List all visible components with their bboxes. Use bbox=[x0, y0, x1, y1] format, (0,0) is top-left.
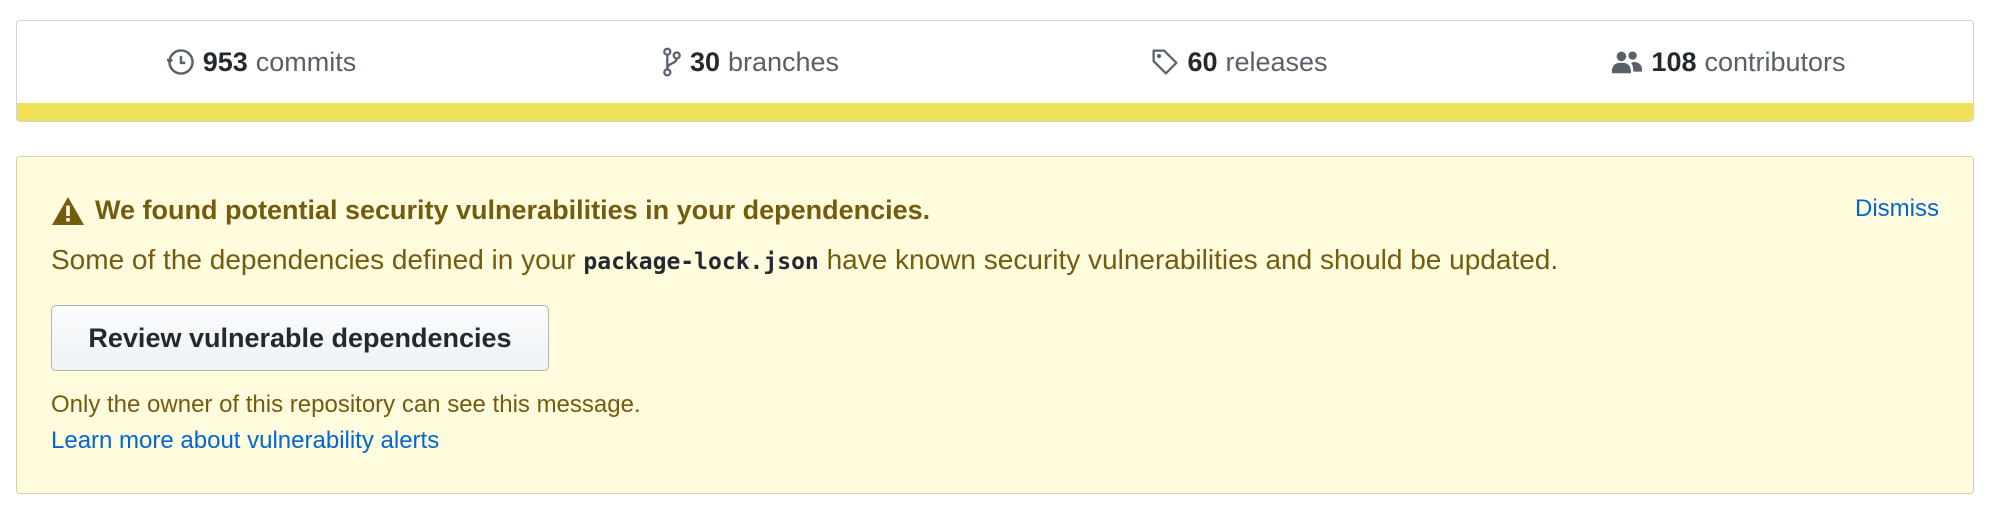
alert-title: We found potential security vulnerabilit… bbox=[51, 195, 930, 226]
repo-summary: 953 commits 30 branches 60 releases 108 … bbox=[16, 20, 1974, 122]
branches-label: branches bbox=[727, 46, 840, 77]
alert-icon bbox=[51, 196, 85, 226]
contributors-label: contributors bbox=[1704, 46, 1846, 77]
branches-count: 30 bbox=[689, 46, 720, 77]
branches-link[interactable]: 30 branches bbox=[506, 47, 995, 78]
alert-description-end: have known security vulnerabilities and … bbox=[826, 244, 1559, 275]
people-icon bbox=[1611, 49, 1643, 75]
alert-description: Some of the dependencies defined in your… bbox=[51, 244, 1558, 276]
owner-only-note: Only the owner of this repository can se… bbox=[51, 391, 641, 418]
alert-title-text: We found potential security vulnerabilit… bbox=[95, 195, 931, 225]
tag-icon bbox=[1151, 48, 1179, 76]
releases-link[interactable]: 60 releases bbox=[995, 47, 1484, 78]
security-alert: We found potential security vulnerabilit… bbox=[16, 156, 1974, 494]
history-icon bbox=[166, 48, 195, 76]
contributors-count: 108 bbox=[1651, 46, 1697, 77]
commits-count: 953 bbox=[202, 46, 248, 77]
review-dependencies-button[interactable]: Review vulnerable dependencies bbox=[51, 305, 549, 371]
releases-count: 60 bbox=[1187, 46, 1218, 77]
git-branch-icon bbox=[662, 47, 682, 77]
commits-label: commits bbox=[255, 46, 357, 77]
numbers-summary: 953 commits 30 branches 60 releases 108 … bbox=[17, 21, 1973, 103]
lockfile-name: package-lock.json bbox=[583, 249, 819, 275]
commits-link[interactable]: 953 commits bbox=[17, 47, 506, 78]
dismiss-link[interactable]: Dismiss bbox=[1855, 195, 1939, 223]
alert-description-start: Some of the dependencies defined in your bbox=[51, 244, 576, 275]
contributors-link[interactable]: 108 contributors bbox=[1484, 47, 1973, 78]
learn-more-link[interactable]: Learn more about vulnerability alerts bbox=[51, 427, 439, 455]
language-bar[interactable] bbox=[17, 103, 1973, 121]
releases-label: releases bbox=[1225, 46, 1328, 77]
